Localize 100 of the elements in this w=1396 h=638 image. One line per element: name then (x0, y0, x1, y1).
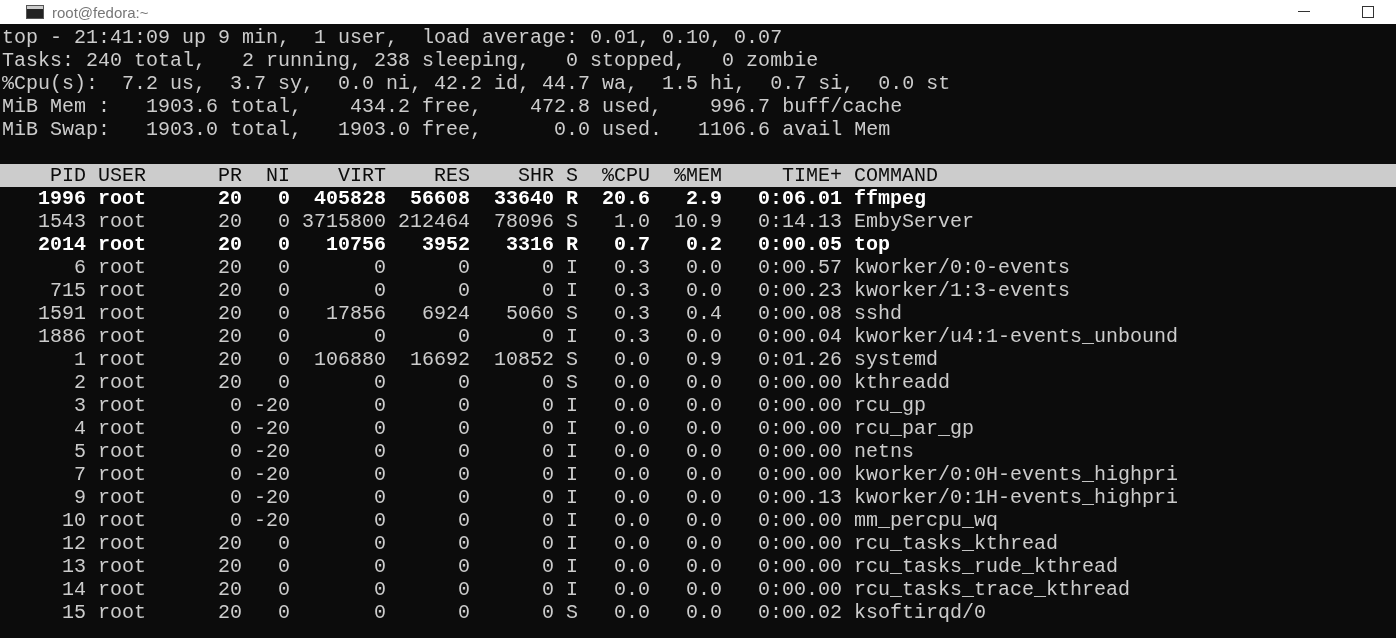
column-header: TIME+ (781, 164, 843, 187)
window-title: root@fedora:~ (52, 4, 149, 20)
column-header: PID (49, 164, 86, 187)
table-cell-text: I (565, 486, 579, 509)
table-cell-text: 0 (541, 486, 555, 509)
table-cell-text: root (97, 578, 147, 601)
table-cell-text: 20 (217, 256, 242, 279)
table-cell-text: ffmpeg (853, 187, 928, 210)
table-cell-text: 0.0 (613, 348, 651, 371)
table-cell-text: 1886 (37, 325, 86, 348)
table-cell-text: 0 (229, 509, 242, 532)
table-cell-text: 0:00.57 (757, 256, 843, 279)
table-cell-text: 0.0 (685, 578, 723, 601)
table-cell-text: root (97, 210, 147, 233)
table-cell-text: sshd (853, 302, 904, 325)
table-cell-text: 0.0 (685, 532, 723, 555)
table-cell-text: 0:00.00 (757, 394, 843, 417)
table-cell-text: I (565, 325, 579, 348)
table-cell-text: 0:01.26 (757, 348, 843, 371)
maximize-icon[interactable] (1362, 6, 1374, 18)
table-cell-text: 0.0 (685, 256, 723, 279)
table-cell-text: root (97, 279, 147, 302)
table-cell-text: 0:00.00 (757, 532, 843, 555)
table-cell-text: 0:00.00 (757, 440, 843, 463)
table-cell-text: S (565, 210, 579, 233)
table-cell-text: 16692 (409, 348, 471, 371)
column-header: %CPU (601, 164, 651, 187)
table-cell-text: 15 (61, 601, 86, 624)
table-cell-text: I (565, 417, 579, 440)
table-cell-text: 0 (457, 555, 471, 578)
table-cell-text: root (97, 233, 147, 256)
minimize-icon[interactable] (1298, 11, 1310, 13)
table-cell-text: 4 (73, 417, 86, 440)
table-cell-text: 0.0 (613, 601, 651, 624)
table-cell-text: 0 (277, 601, 290, 624)
table-cell-text: 0 (373, 256, 387, 279)
table-cell-text: 0 (457, 509, 471, 532)
table-cell-text: 0.0 (613, 417, 651, 440)
table-cell-text: 0.0 (685, 440, 723, 463)
column-header: COMMAND (853, 164, 940, 187)
table-cell-text: -20 (253, 509, 290, 532)
table-cell-text: 0:00.02 (757, 601, 843, 624)
table-cell-text: root (97, 601, 147, 624)
table-cell-text: 212464 (397, 210, 471, 233)
column-header: S (565, 164, 579, 187)
table-cell-text: root (97, 486, 147, 509)
table-cell-text: 0 (541, 394, 555, 417)
table-cell-text: 20 (217, 325, 242, 348)
table-cell-text: 0 (457, 371, 471, 394)
table-cell-text: 0 (229, 440, 242, 463)
table-cell-text: 0:00.00 (757, 555, 843, 578)
table-cell-text: netns (853, 440, 916, 463)
table-cell-text: root (97, 440, 147, 463)
table-cell-text: 0 (373, 279, 387, 302)
table-cell-text: 0:00.04 (757, 325, 843, 348)
table-cell-text: 0.3 (613, 325, 651, 348)
table-cell-text: 0 (277, 532, 290, 555)
table-cell-text: -20 (253, 417, 290, 440)
table-cell-text: 0 (457, 417, 471, 440)
table-cell-text: 20 (217, 555, 242, 578)
table-cell-text: 0.3 (613, 279, 651, 302)
table-cell-text: 3715800 (301, 210, 387, 233)
table-cell-text: 20 (217, 601, 242, 624)
table-cell-text: 0 (277, 371, 290, 394)
table-cell-text: 0 (541, 325, 555, 348)
table-cell-text: 0:00.23 (757, 279, 843, 302)
table-cell-text: 0 (277, 256, 290, 279)
table-cell-text: 0 (457, 532, 471, 555)
column-header: USER (97, 164, 147, 187)
summary-line: top - 21:41:09 up 9 min, 1 user, load average: 0.01, 0.10, 0.07 (2, 26, 783, 49)
table-cell-text: R (565, 233, 579, 256)
table-cell-text: root (97, 417, 147, 440)
table-cell-text: 0 (541, 371, 555, 394)
table-cell-text: 0 (277, 578, 290, 601)
column-header: SHR (517, 164, 555, 187)
summary-line: MiB Swap: 1903.0 total, 1903.0 free, 0.0 used. 1106.6 avail Mem (2, 118, 891, 141)
table-cell-text: 5 (73, 440, 86, 463)
table-cell-text: -20 (253, 394, 290, 417)
table-cell-text: 0 (541, 440, 555, 463)
table-cell-text: 0 (457, 325, 471, 348)
table-cell-text: 0 (229, 463, 242, 486)
table-cell-text: 0 (541, 279, 555, 302)
table-cell-text: 0.0 (685, 486, 723, 509)
table-cell-text: 0 (457, 440, 471, 463)
table-cell-text: 0 (457, 279, 471, 302)
table-cell-text: 0 (373, 394, 387, 417)
table-cell-text: 17856 (325, 302, 387, 325)
table-cell-text: 0 (277, 279, 290, 302)
table-cell-text: 0 (277, 233, 290, 256)
table-cell-text: 3 (73, 394, 86, 417)
table-cell-text: 10852 (493, 348, 555, 371)
table-cell-text: 0 (277, 555, 290, 578)
table-cell-text: 13 (61, 555, 86, 578)
table-cell-text: 0 (541, 417, 555, 440)
table-cell-text: 0:14.13 (757, 210, 843, 233)
table-cell-text: root (97, 463, 147, 486)
table-cell-text: 0 (229, 417, 242, 440)
table-cell-text: I (565, 578, 579, 601)
table-cell-text: 20 (217, 578, 242, 601)
table-cell-text: 0:00.13 (757, 486, 843, 509)
